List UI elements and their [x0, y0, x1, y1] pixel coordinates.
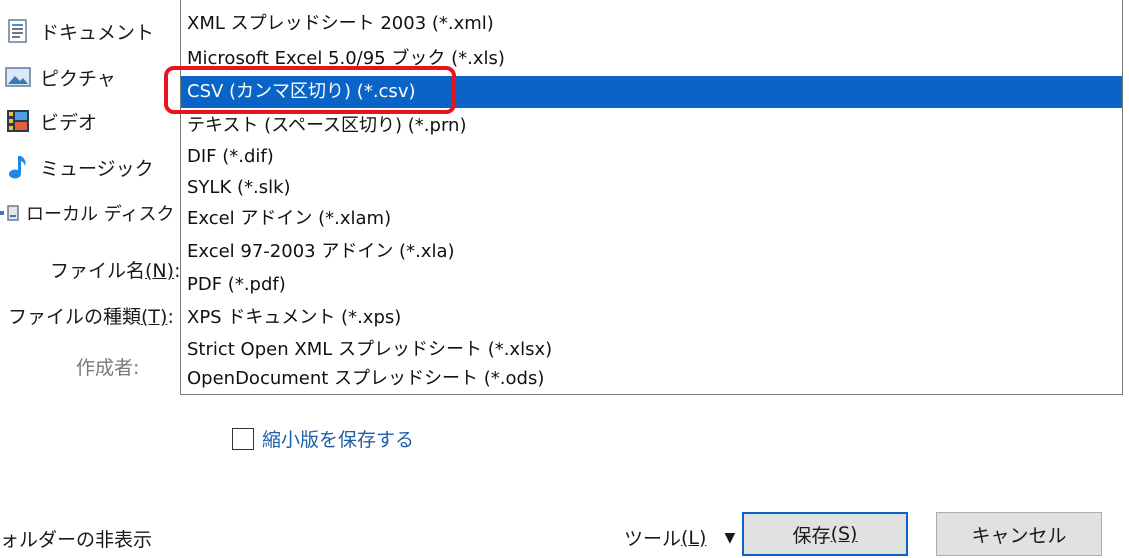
nav-item-label: ミュージック — [40, 157, 154, 180]
tools-accel-key: (L) — [681, 526, 707, 549]
filetype-accel-key: (T) — [141, 306, 168, 328]
nav-item-documents[interactable]: ドキュメント — [0, 14, 154, 48]
file-type-option-dif[interactable]: DIF (*.dif) — [181, 141, 1122, 173]
nav-item-label: ビデオ — [40, 111, 98, 134]
file-type-option-ods[interactable]: OpenDocument スプレッドシート (*.ods) — [181, 363, 1122, 394]
save-thumbnail-label[interactable]: 縮小版を保存する — [262, 425, 414, 452]
music-note-icon — [4, 153, 32, 181]
dropdown-arrow-icon: ▼ — [724, 529, 736, 546]
tools-label: ツール — [624, 528, 682, 550]
save-thumbnail-checkbox[interactable] — [232, 427, 254, 450]
filetype-label-colon: : — [167, 306, 174, 328]
partially-hidden-option — [181, 0, 1122, 8]
file-type-option-prn[interactable]: テキスト (スペース区切り) (*.prn) — [181, 110, 1122, 142]
file-type-option-xml[interactable]: XML スプレッドシート 2003 (*.xml) — [181, 8, 1122, 40]
file-type-option-xla[interactable]: Excel 97-2003 アドイン (*.xla) — [181, 236, 1122, 268]
save-button[interactable]: 保存 (S) — [742, 512, 908, 556]
nav-item-music[interactable]: ミュージック — [0, 150, 154, 184]
save-accel-key: (S) — [830, 523, 858, 545]
navigation-pane: ドキュメント ピクチャ ビデオ ミュージック ローカル ディスク — [0, 0, 182, 240]
cancel-button[interactable]: キャンセル — [936, 512, 1102, 556]
tools-menu-button[interactable]: ツール (L) ▼ — [624, 524, 735, 551]
filename-label: ファイル名(N): — [50, 256, 180, 283]
pictures-icon — [4, 63, 32, 91]
nav-item-videos[interactable]: ビデオ — [0, 104, 97, 138]
nav-item-local-disk[interactable]: ローカル ディスク — [0, 196, 174, 230]
file-type-option-csv[interactable]: CSV (カンマ区切り) (*.csv) — [181, 76, 1122, 108]
file-type-option-strict-xlsx[interactable]: Strict Open XML スプレッドシート (*.xlsx) — [181, 334, 1122, 366]
filename-label-text: ファイル名 — [50, 260, 146, 282]
nav-item-label: ドキュメント — [40, 21, 155, 44]
local-disk-icon — [0, 199, 22, 227]
save-thumbnail-row[interactable]: 縮小版を保存する — [232, 425, 414, 452]
filename-accel-key: (N) — [145, 260, 175, 282]
documents-icon — [4, 17, 32, 45]
nav-item-label: ローカル ディスク — [26, 204, 175, 225]
hide-folders-toggle[interactable]: ォルダーの非表示 — [0, 525, 152, 552]
file-type-option-xps[interactable]: XPS ドキュメント (*.xps) — [181, 302, 1122, 334]
save-label: 保存 — [792, 524, 831, 547]
author-label: 作成者: — [76, 357, 140, 379]
videos-icon — [4, 107, 32, 135]
file-type-option-xls[interactable]: Microsoft Excel 5.0/95 ブック (*.xls) — [181, 43, 1122, 75]
file-type-option-slk[interactable]: SYLK (*.slk) — [181, 172, 1122, 204]
file-type-option-pdf[interactable]: PDF (*.pdf) — [181, 269, 1122, 301]
filetype-label-text: ファイルの種類 — [8, 306, 142, 328]
file-type-dropdown-list[interactable]: XML スプレッドシート 2003 (*.xml) Microsoft Exce… — [180, 0, 1123, 395]
nav-item-label: ピクチャ — [40, 67, 116, 90]
filetype-label: ファイルの種類(T): — [8, 302, 174, 329]
file-type-option-xlam[interactable]: Excel アドイン (*.xlam) — [181, 203, 1122, 235]
nav-item-pictures[interactable]: ピクチャ — [0, 60, 116, 94]
